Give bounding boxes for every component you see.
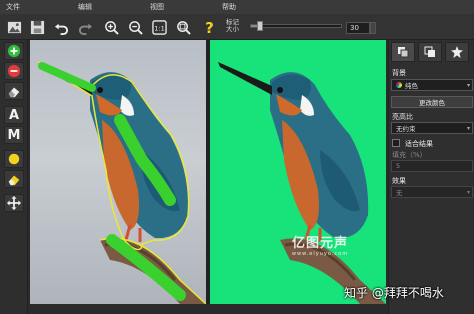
padding-input[interactable]: 5	[391, 160, 473, 172]
fit-result-label: 适合结果	[405, 140, 433, 148]
redo-icon	[78, 23, 92, 35]
help-button[interactable]: ?	[200, 18, 218, 36]
aspect-ratio-select[interactable]: 无约束 ▾	[391, 122, 473, 134]
move-tool[interactable]	[4, 194, 24, 212]
eraser-tool[interactable]	[4, 82, 24, 100]
mark-tool[interactable]: M	[4, 126, 24, 144]
brush-size-spinner[interactable]	[370, 22, 376, 34]
kingfisher-original-image	[37, 61, 206, 304]
effect-label: 效果	[392, 177, 406, 185]
redo-button[interactable]	[76, 18, 94, 36]
chevron-down-icon: ▾	[466, 189, 470, 196]
copy-layers-icon	[424, 46, 435, 57]
effect-select[interactable]: 无 ▾	[391, 186, 473, 198]
color-dot-icon	[8, 153, 20, 165]
brush-size-label: 标记 大小	[226, 18, 239, 33]
change-color-button[interactable]: 更改颜色	[391, 96, 473, 108]
kingfisher-result-image	[218, 62, 386, 304]
brush-size-input[interactable]: 30	[346, 22, 370, 34]
zoom-in-icon	[104, 20, 119, 35]
chevron-down-icon: ▾	[466, 125, 470, 132]
status-bar	[30, 304, 386, 314]
open-image-button[interactable]	[5, 18, 23, 36]
fit-result-checkbox[interactable]	[392, 139, 400, 147]
menu-edit[interactable]: 编辑	[72, 2, 104, 12]
undo-button[interactable]	[52, 18, 70, 36]
undo-icon	[54, 23, 68, 35]
slider-thumb[interactable]	[257, 21, 263, 31]
remove-mark-tool[interactable]	[4, 62, 24, 80]
toolbar: 1:1 ? 标记 大小	[0, 14, 474, 40]
overlay-attribution: 知乎 @拜拜不喝水	[344, 286, 444, 300]
properties-panel: 背景 纯色 ▾ 更改颜色 亮高比 无约束 ▾ 适合结果 填充（%） 5 效果 无…	[388, 40, 474, 314]
zoom-out-button[interactable]	[126, 18, 144, 36]
padding-label: 填充（%）	[392, 151, 427, 159]
layers-icon	[398, 47, 409, 58]
background-label: 背景	[392, 69, 406, 77]
star-icon	[451, 46, 463, 58]
menu-help[interactable]: 帮助	[216, 2, 248, 12]
zoom-fit-button[interactable]	[174, 18, 192, 36]
add-icon	[7, 44, 21, 58]
zoom-fit-icon	[176, 20, 191, 35]
panel-tabs	[391, 42, 473, 64]
tab-background[interactable]	[391, 42, 415, 62]
eraser-alt-icon	[8, 175, 20, 186]
tool-column: A M	[0, 40, 28, 314]
zoom-actual-icon: 1:1	[151, 19, 167, 35]
add-mark-tool[interactable]	[4, 42, 24, 60]
move-icon	[7, 196, 21, 210]
remove-icon	[7, 64, 21, 78]
background-select[interactable]: 纯色 ▾	[391, 79, 473, 91]
eraser-alt-tool[interactable]	[4, 170, 24, 188]
palette-icon	[396, 82, 402, 88]
menu-file[interactable]: 文件	[0, 2, 32, 12]
color-picker-tool[interactable]	[4, 150, 24, 168]
tab-effects[interactable]	[445, 42, 469, 62]
brush-size-slider[interactable]	[250, 21, 342, 31]
menu-view[interactable]: 视图	[144, 2, 176, 12]
tab-foreground[interactable]	[418, 42, 442, 62]
save-icon	[30, 20, 44, 34]
canvas-area: 亿图元声 www.eiyuyo.com	[30, 40, 386, 304]
zoom-actual-button[interactable]: 1:1	[150, 18, 168, 36]
eraser-icon	[8, 87, 20, 98]
zoom-out-icon	[128, 20, 143, 35]
zoom-in-button[interactable]	[102, 18, 120, 36]
chevron-down-icon: ▾	[466, 82, 470, 89]
aspect-ratio-label: 亮高比	[392, 113, 413, 121]
result-image-panel[interactable]	[210, 40, 386, 304]
original-image-panel[interactable]	[30, 40, 206, 304]
svg-text:?: ?	[205, 20, 214, 35]
save-button[interactable]	[28, 18, 46, 36]
menu-bar: 文件 编辑 视图 帮助	[0, 0, 474, 14]
help-icon: ?	[205, 20, 214, 35]
watermark-logo: 亿图元声 www.eiyuyo.com	[291, 236, 349, 257]
picture-icon	[7, 21, 21, 33]
text-tool[interactable]: A	[4, 106, 24, 124]
svg-text:1:1: 1:1	[154, 24, 165, 32]
